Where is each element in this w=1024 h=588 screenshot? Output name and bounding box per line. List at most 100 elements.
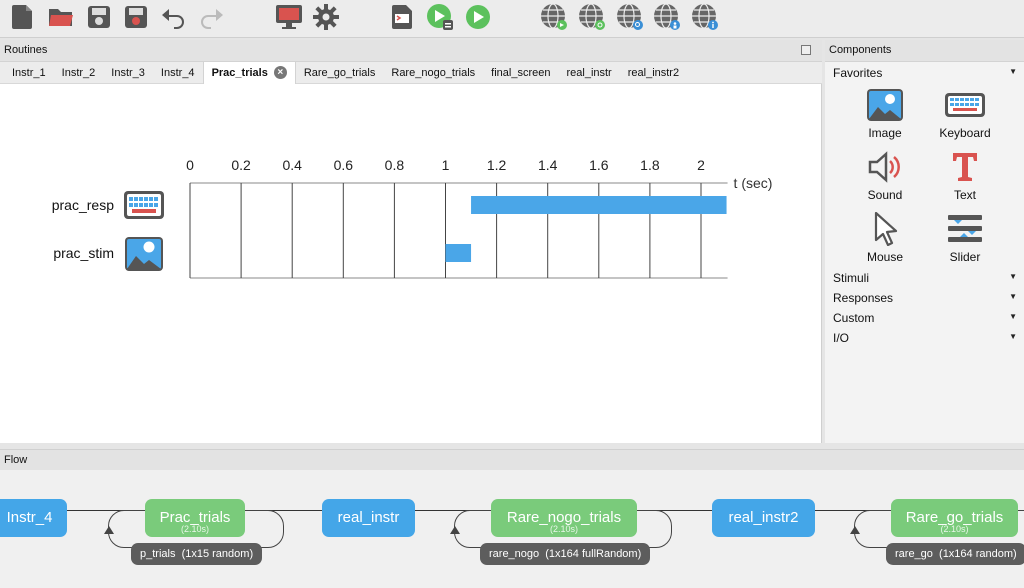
loop-label: rare_go (1x164 random) xyxy=(895,548,1017,560)
timeline-tick-label: 1.6 xyxy=(589,157,609,173)
loop-arrow-icon xyxy=(450,526,460,534)
text-icon xyxy=(953,153,977,181)
timeline-tick-label: 0 xyxy=(186,157,194,173)
image-icon xyxy=(867,89,903,121)
flow-header: Flow xyxy=(0,450,1024,470)
timeline-tick-label: 1.4 xyxy=(538,157,558,173)
tab-rare-go-trials[interactable]: Rare_go_trials xyxy=(296,62,384,84)
keyboard-icon xyxy=(945,93,985,117)
component-slider[interactable]: Slider xyxy=(925,212,1005,264)
redo-icon[interactable] xyxy=(196,2,226,32)
tab-label: Instr_4 xyxy=(160,66,195,79)
chevron-down-icon: ▼ xyxy=(1009,292,1017,301)
gear-icon[interactable] xyxy=(311,2,341,32)
routine-timeline: 0 0.2 0.4 0.6 0.8 1 1.2 1.4 1.6 1.8 2 t (sec) prac_r… xyxy=(0,84,822,443)
component-image[interactable]: Image xyxy=(845,88,925,140)
globe-sync-icon[interactable] xyxy=(539,2,569,32)
timeline-tick-label: 0.6 xyxy=(334,157,354,173)
component-label: Keyboard xyxy=(939,126,991,140)
tab-label: real_instr2 xyxy=(627,66,680,79)
routine-tabs: Instr_1 Instr_2 Instr_3 Instr_4 Prac_trials ×… xyxy=(0,61,822,84)
timeline-tick-label: 0.4 xyxy=(282,157,302,173)
timeline-svg: 0 0.2 0.4 0.6 0.8 1 1.2 1.4 1.6 1.8 2 t (sec) prac_r… xyxy=(52,157,772,279)
close-tab-icon[interactable]: × xyxy=(273,66,287,80)
loop-arrow-icon xyxy=(850,526,860,534)
timeline-tick-label: 1.2 xyxy=(487,157,507,173)
panel-float-icon[interactable] xyxy=(801,45,811,55)
compile-script-icon[interactable] xyxy=(388,2,418,32)
component-sound[interactable]: Sound xyxy=(845,150,925,202)
globe-user-icon[interactable] xyxy=(652,2,682,32)
tab-real-instr[interactable]: real_instr xyxy=(558,62,619,84)
tab-instr-2[interactable]: Instr_2 xyxy=(54,62,104,84)
tab-instr-3[interactable]: Instr_3 xyxy=(103,62,153,84)
monitor-icon[interactable] xyxy=(274,2,304,32)
flow-routine-rare-nogo-trials[interactable]: Rare_nogo_trials (2.10s) xyxy=(491,499,637,537)
component-keyboard[interactable]: Keyboard xyxy=(925,88,1005,140)
timeline-tick-label: 1 xyxy=(442,157,450,173)
loop-arrow-icon xyxy=(104,526,114,534)
routine-label: real_instr xyxy=(337,509,400,526)
tab-label: Prac_trials xyxy=(211,66,268,79)
category-label: Stimuli xyxy=(833,271,870,285)
category-label: Custom xyxy=(833,311,875,325)
components-header: Components xyxy=(825,40,1024,62)
category-io[interactable]: I/O ▼ xyxy=(833,331,1023,345)
category-stimuli[interactable]: Stimuli ▼ xyxy=(833,271,1023,285)
chevron-down-icon: ▼ xyxy=(1009,312,1017,321)
run-icon[interactable] xyxy=(463,2,493,32)
save-icon[interactable] xyxy=(84,2,114,32)
run-pilot-icon[interactable] xyxy=(425,2,455,32)
loop-label-rare-go[interactable]: rare_go (1x164 random) xyxy=(886,543,1024,565)
routine-label: real_instr2 xyxy=(728,509,799,526)
save-as-icon[interactable] xyxy=(121,2,151,32)
timeline-tick-label: 1.8 xyxy=(640,157,660,173)
component-name-prac-stim[interactable]: prac_stim xyxy=(53,245,114,261)
globe-search-icon[interactable] xyxy=(615,2,645,32)
component-label: Sound xyxy=(867,188,903,202)
tab-instr-1[interactable]: Instr_1 xyxy=(4,62,54,84)
flow-title: Flow xyxy=(4,454,28,466)
globe-run-icon[interactable] xyxy=(577,2,607,32)
component-mouse[interactable]: Mouse xyxy=(845,212,925,264)
routines-panel: Routines Instr_1 Instr_2 Instr_3 Instr_4 Pra… xyxy=(0,40,822,443)
tab-final-screen[interactable]: final_screen xyxy=(483,62,558,84)
new-file-icon[interactable] xyxy=(8,2,38,32)
image-icon[interactable] xyxy=(125,237,163,271)
tab-prac-trials[interactable]: Prac_trials × xyxy=(202,61,296,84)
open-folder-icon[interactable] xyxy=(46,2,76,32)
tab-real-instr2[interactable]: real_instr2 xyxy=(620,62,687,84)
flow-routine-real-instr2[interactable]: real_instr2 xyxy=(712,499,815,537)
routine-label: Instr_4 xyxy=(6,509,53,526)
loop-label-p-trials[interactable]: p_trials (1x15 random) xyxy=(131,543,263,565)
loop-label: rare_nogo (1x164 fullRandom) xyxy=(489,548,642,560)
tab-label: Rare_nogo_trials xyxy=(391,66,476,79)
category-responses[interactable]: Responses ▼ xyxy=(833,291,1023,305)
category-label: I/O xyxy=(833,331,850,345)
routines-header: Routines xyxy=(0,40,822,62)
toolbar xyxy=(0,0,1024,38)
component-text[interactable]: Text xyxy=(925,150,1005,202)
tab-instr-4[interactable]: Instr_4 xyxy=(153,62,203,84)
routine-duration: (2.10s) xyxy=(180,524,209,534)
undo-icon[interactable] xyxy=(159,2,189,32)
chevron-down-icon: ▼ xyxy=(1009,67,1017,76)
component-label: Text xyxy=(953,188,976,202)
category-custom[interactable]: Custom ▼ xyxy=(833,311,1023,325)
tab-label: Instr_1 xyxy=(12,66,46,79)
keyboard-icon[interactable] xyxy=(124,191,164,219)
loop-label-rare-nogo[interactable]: rare_nogo (1x164 fullRandom) xyxy=(480,543,651,565)
component-name-prac-resp[interactable]: prac_resp xyxy=(52,197,114,213)
flow-routine-prac-trials[interactable]: Prac_trials (2.10s) xyxy=(145,499,245,537)
flow-routine-real-instr[interactable]: real_instr xyxy=(322,499,415,537)
loop-label: p_trials (1x15 random) xyxy=(140,548,254,560)
tab-label: Instr_2 xyxy=(61,66,96,79)
flow-routine-rare-go-trials[interactable]: Rare_go_trials (2.10s) xyxy=(891,499,1018,537)
chevron-down-icon: ▼ xyxy=(1009,332,1017,341)
routine-duration: (2.10s) xyxy=(549,524,578,534)
globe-info-icon[interactable] xyxy=(690,2,720,32)
tab-rare-nogo-trials[interactable]: Rare_nogo_trials xyxy=(383,62,483,84)
favorites-category[interactable]: Favorites ▼ xyxy=(833,66,1023,80)
component-label: Slider xyxy=(949,250,981,264)
flow-routine-instr-4[interactable]: Instr_4 xyxy=(0,499,67,537)
